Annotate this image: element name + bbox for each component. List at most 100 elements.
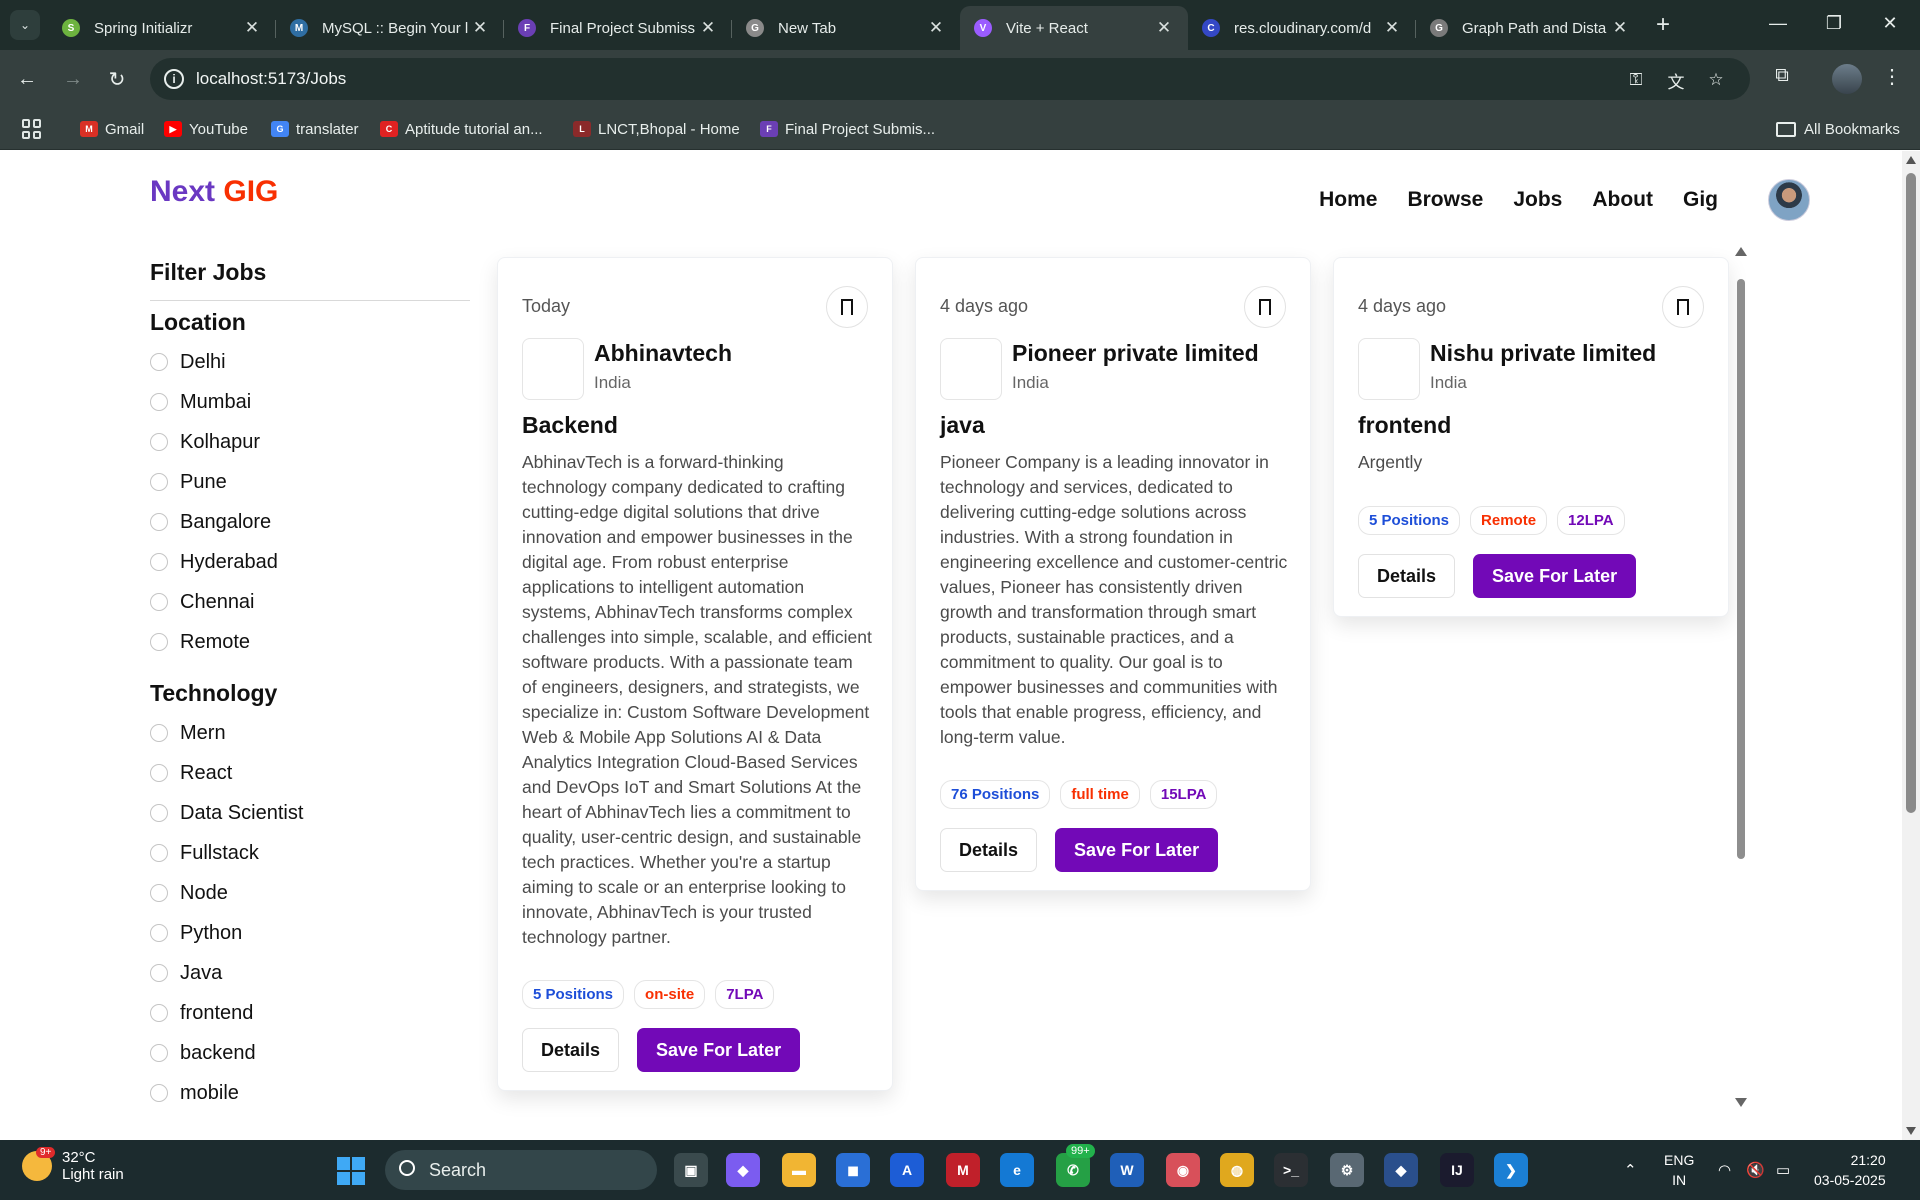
bookmark-button[interactable] — [1662, 286, 1704, 328]
page-scroll-thumb[interactable] — [1906, 173, 1916, 813]
filter-option[interactable]: Delhi — [150, 342, 470, 382]
radio-button[interactable] — [150, 473, 168, 491]
filter-option[interactable]: Node — [150, 873, 470, 913]
radio-button[interactable] — [150, 1084, 168, 1102]
filter-option[interactable]: Bangalore — [150, 502, 470, 542]
nav-link-home[interactable]: Home — [1319, 188, 1377, 212]
details-button[interactable]: Details — [940, 828, 1038, 872]
store-icon[interactable]: ◼ — [836, 1153, 870, 1187]
filter-option[interactable]: Chennai — [150, 582, 470, 622]
browser-tab[interactable]: Cres.cloudinary.com/d ✕ — [1188, 6, 1416, 50]
filter-option[interactable]: Kolhapur — [150, 422, 470, 462]
battery-icon[interactable]: ▭ — [1776, 1140, 1790, 1200]
page-scroll-up-icon[interactable] — [1906, 156, 1916, 164]
radio-button[interactable] — [150, 393, 168, 411]
filter-option[interactable]: Fullstack — [150, 833, 470, 873]
radio-button[interactable] — [150, 513, 168, 531]
page-scroll-down-icon[interactable] — [1906, 1127, 1916, 1135]
radio-button[interactable] — [150, 593, 168, 611]
bookmark-item[interactable]: C Aptitude tutorial an... — [380, 108, 543, 150]
tab-close-icon[interactable]: ✕ — [242, 18, 262, 38]
minimize-icon[interactable]: — — [1750, 0, 1806, 46]
site-logo[interactable]: Next GIG — [150, 175, 278, 209]
filter-option[interactable]: Pune — [150, 462, 470, 502]
browser-tab[interactable]: S Spring Initializr ✕ — [48, 6, 276, 50]
tab-close-icon[interactable]: ✕ — [1382, 18, 1402, 38]
user-avatar[interactable] — [1768, 179, 1810, 221]
bookmark-item[interactable]: L LNCT,Bhopal - Home — [573, 108, 740, 150]
save-for-later-button[interactable]: Save For Later — [637, 1028, 801, 1072]
bookmark-button[interactable] — [826, 286, 868, 328]
radio-button[interactable] — [150, 1044, 168, 1062]
filter-option[interactable]: Data Scientist — [150, 793, 470, 833]
start-windows-icon[interactable] — [337, 1157, 365, 1185]
tab-close-icon[interactable]: ✕ — [470, 18, 490, 38]
postman-icon[interactable]: ◉ — [1166, 1153, 1200, 1187]
address-bar[interactable]: i localhost:5173/Jobs ⚿ 文 ☆ — [150, 58, 1750, 100]
radio-button[interactable] — [150, 884, 168, 902]
back-icon[interactable]: ← — [10, 62, 44, 96]
new-tab-button[interactable]: + — [1648, 10, 1678, 40]
tab-close-icon[interactable]: ✕ — [1154, 18, 1174, 38]
browser-tab[interactable]: G New Tab ✕ — [732, 6, 960, 50]
bookmark-button[interactable] — [1244, 286, 1286, 328]
radio-button[interactable] — [150, 353, 168, 371]
browser-tab[interactable]: F Final Project Submiss ✕ — [504, 6, 732, 50]
radio-button[interactable] — [150, 1004, 168, 1022]
tab-close-icon[interactable]: ✕ — [1610, 18, 1630, 38]
menu-kebab-icon[interactable]: ⋮ — [1880, 62, 1904, 90]
details-button[interactable]: Details — [522, 1028, 620, 1072]
radio-button[interactable] — [150, 553, 168, 571]
password-key-icon[interactable]: ⚿ — [1624, 68, 1648, 92]
save-for-later-button[interactable]: Save For Later — [1055, 828, 1219, 872]
taskbar-search[interactable]: Search — [385, 1150, 657, 1190]
all-bookmarks-button[interactable]: All Bookmarks — [1776, 108, 1900, 150]
filter-option[interactable]: frontend — [150, 993, 470, 1033]
nav-link-about[interactable]: About — [1592, 188, 1653, 212]
edge-icon[interactable]: e — [1000, 1153, 1034, 1187]
url-text[interactable]: localhost:5173/Jobs — [196, 69, 346, 89]
restore-icon[interactable]: ❐ — [1806, 0, 1862, 46]
browser-tab[interactable]: M MySQL :: Begin Your l ✕ — [276, 6, 504, 50]
intellij-icon[interactable]: IJ — [1440, 1153, 1474, 1187]
close-window-icon[interactable]: ✕ — [1862, 0, 1918, 46]
nav-link-browse[interactable]: Browse — [1407, 188, 1483, 212]
radio-button[interactable] — [150, 964, 168, 982]
tray-overflow-icon[interactable]: ⌃ — [1624, 1140, 1637, 1200]
vscode-icon[interactable]: ❯ — [1494, 1153, 1528, 1187]
job-list-scrollbar[interactable] — [1734, 247, 1748, 1107]
weather-widget[interactable]: 9+ 32°C Light rain — [22, 1147, 124, 1183]
apps-grid-icon[interactable] — [22, 119, 42, 139]
profile-avatar[interactable] — [1832, 64, 1862, 94]
filter-option[interactable]: Mern — [150, 713, 470, 753]
bookmark-item[interactable]: ▶ YouTube — [164, 108, 248, 150]
mcafee-icon[interactable]: M — [946, 1153, 980, 1187]
browser-tab[interactable]: G Graph Path and Dista ✕ — [1416, 6, 1644, 50]
bookmark-item[interactable]: Gtranslater — [271, 108, 359, 150]
scroll-down-arrow-icon[interactable] — [1735, 1098, 1747, 1107]
radio-button[interactable] — [150, 724, 168, 742]
settings-gear-icon[interactable]: ⚙ — [1330, 1153, 1364, 1187]
bookmark-item[interactable]: F Final Project Submis... — [760, 108, 935, 150]
filter-option[interactable]: Java — [150, 953, 470, 993]
tab-close-icon[interactable]: ✕ — [926, 18, 946, 38]
page-scrollbar[interactable] — [1902, 151, 1920, 1140]
filter-option[interactable]: React — [150, 753, 470, 793]
bookmark-item[interactable]: M Gmail — [80, 108, 144, 150]
job-list-scroll-thumb[interactable] — [1737, 279, 1745, 859]
clock[interactable]: 21:20 03-05-2025 — [1814, 1150, 1886, 1190]
task-view-icon[interactable]: ▣ — [674, 1153, 708, 1187]
nav-link-jobs[interactable]: Jobs — [1513, 188, 1562, 212]
language-indicator[interactable]: ENG IN — [1664, 1150, 1694, 1190]
radio-button[interactable] — [150, 764, 168, 782]
mysql-workbench-icon[interactable]: ◆ — [1384, 1153, 1418, 1187]
nav-link-gig[interactable]: Gig — [1683, 188, 1718, 212]
reload-icon[interactable]: ↻ — [100, 62, 134, 96]
filter-option[interactable]: Hyderabad — [150, 542, 470, 582]
radio-button[interactable] — [150, 433, 168, 451]
azure-icon[interactable]: A — [890, 1153, 924, 1187]
word-icon[interactable]: W — [1110, 1153, 1144, 1187]
file-explorer-icon[interactable]: ▬ — [782, 1153, 816, 1187]
star-icon[interactable]: ☆ — [1704, 68, 1728, 92]
terminal-icon[interactable]: >_ — [1274, 1153, 1308, 1187]
